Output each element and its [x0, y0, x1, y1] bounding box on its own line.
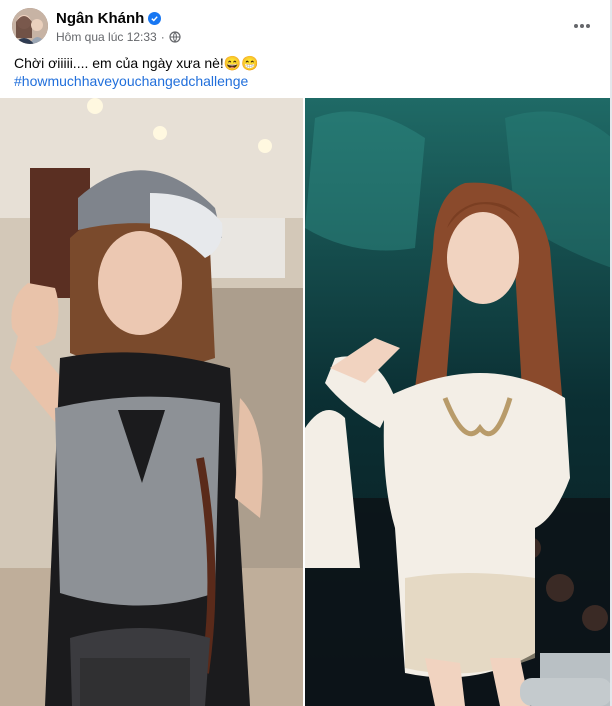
- post-caption: Chời ơiiiii.... em của ngày xưa nè!😄😁: [14, 55, 259, 71]
- photo-grid: [0, 98, 612, 706]
- more-options-button[interactable]: [570, 14, 594, 38]
- author-name[interactable]: Ngân Khánh: [56, 10, 162, 27]
- more-dots-icon: [574, 24, 590, 28]
- post-header: Ngân Khánh Hôm qua lúc 12:33 ·: [12, 8, 600, 48]
- author-name-text[interactable]: Ngân Khánh: [56, 10, 144, 27]
- facebook-post: Ngân Khánh Hôm qua lúc 12:33 · Chời ơiii…: [0, 0, 612, 706]
- meta-separator: ·: [160, 30, 165, 44]
- post-meta: Hôm qua lúc 12:33 ·: [56, 30, 181, 44]
- hashtag-link[interactable]: #howmuchhaveyouchangedchallenge: [14, 72, 248, 90]
- photo-then[interactable]: [0, 98, 303, 706]
- verified-badge-icon: [148, 12, 162, 25]
- photo-now[interactable]: [305, 98, 612, 706]
- globe-icon[interactable]: [169, 31, 181, 43]
- avatar[interactable]: [12, 8, 48, 44]
- timestamp[interactable]: Hôm qua lúc 12:33: [56, 30, 157, 44]
